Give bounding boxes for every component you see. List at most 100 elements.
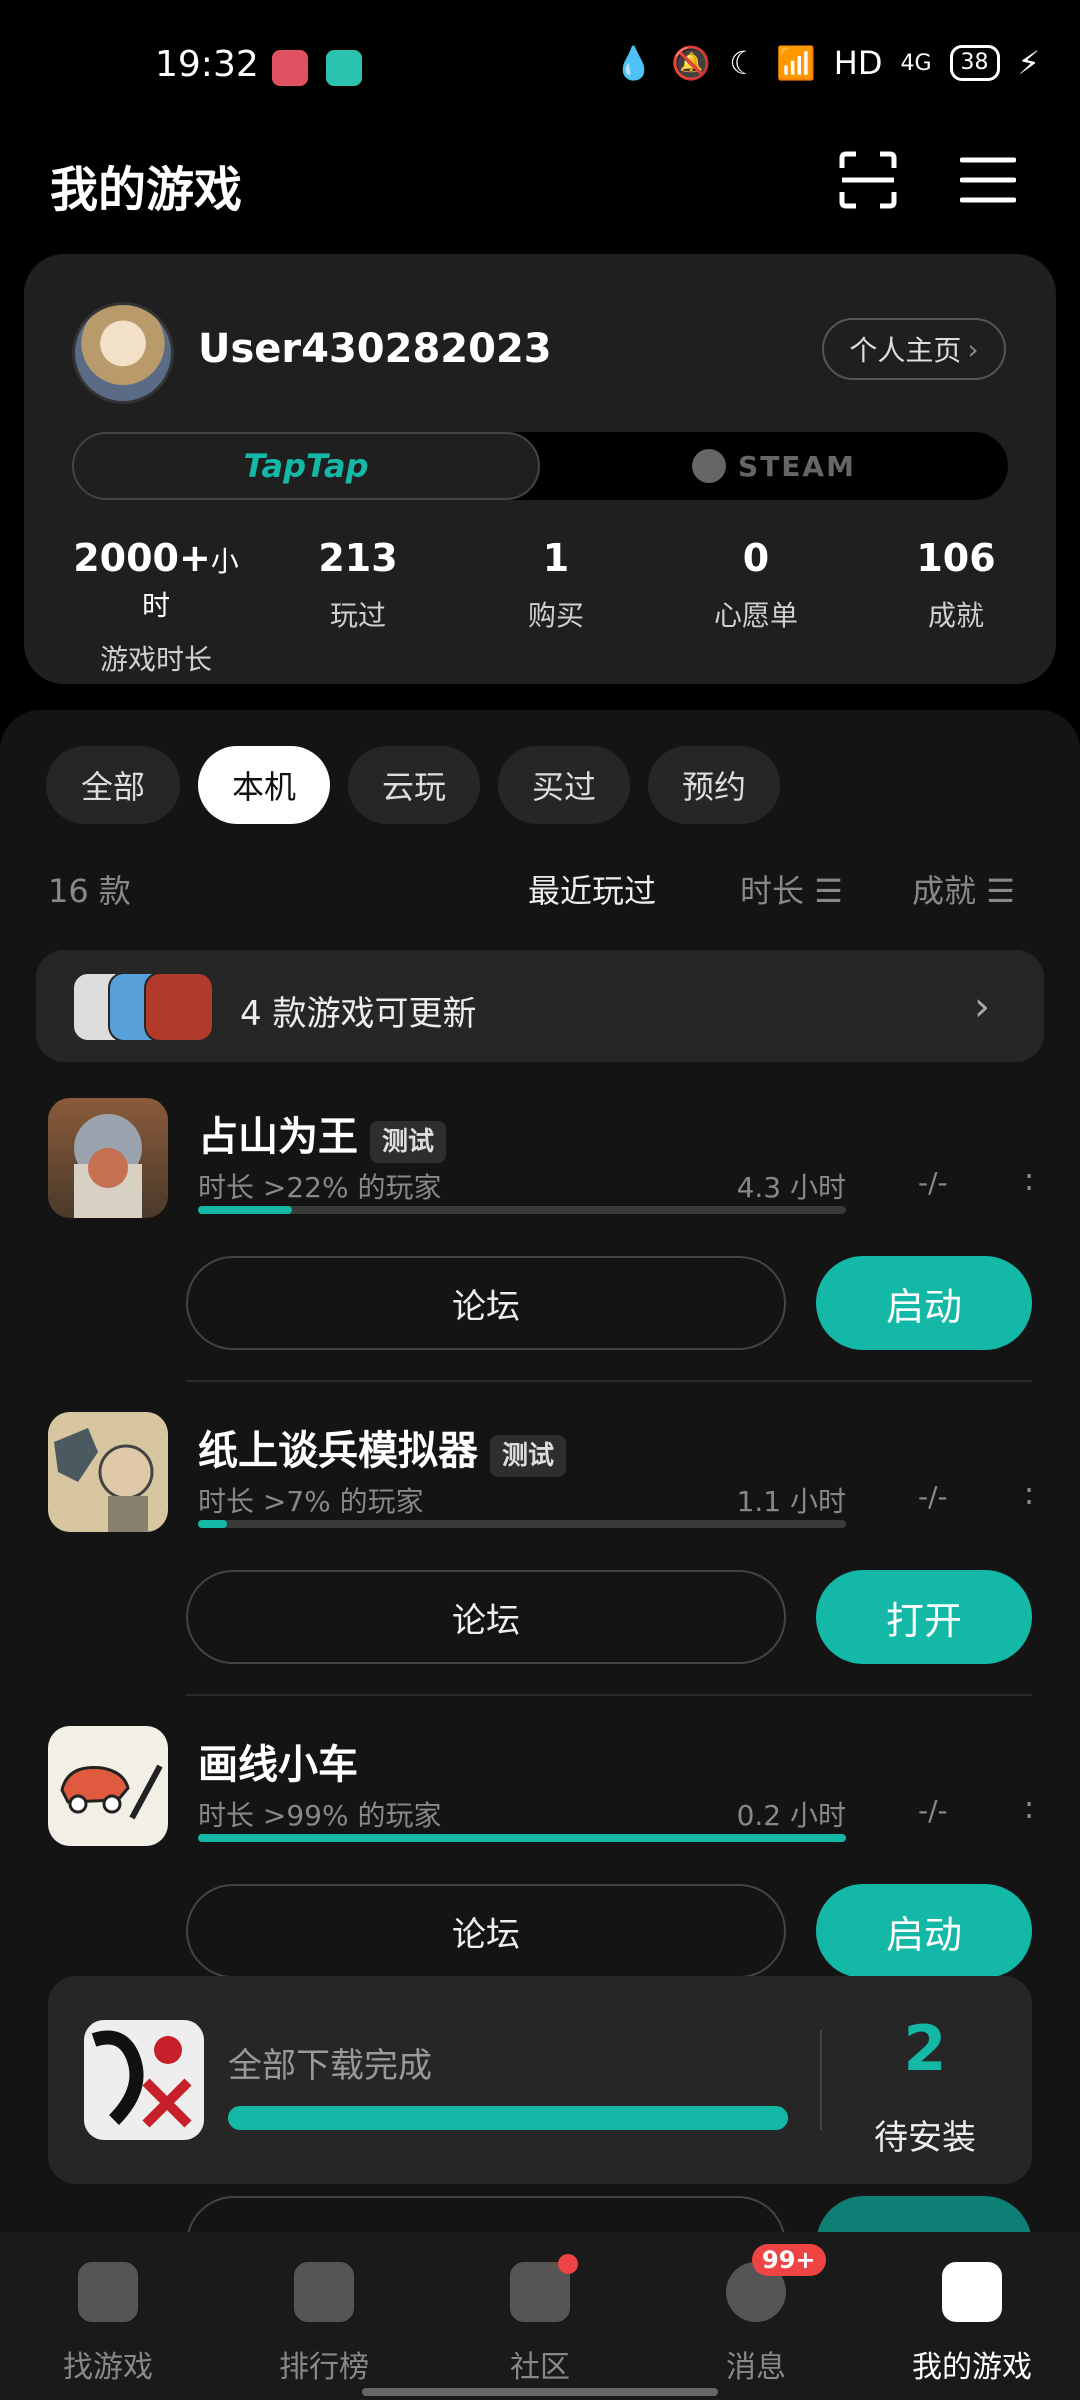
nav-label: 消息 — [726, 2350, 786, 2385]
open-button[interactable]: 打开 — [816, 1570, 1032, 1664]
playtime-progress-fill — [198, 1206, 292, 1214]
charging-icon: ⚡ — [1017, 44, 1040, 82]
nav-messages[interactable]: 消息 — [656, 2262, 856, 2386]
warrior-icon — [74, 1114, 142, 1218]
chevron-right-icon: › — [974, 984, 990, 1030]
stat-label: 游戏时长 — [99, 643, 212, 676]
game-title[interactable]: 纸上谈兵模拟器 测试 — [198, 1418, 567, 1477]
game-hours: 4.3 小时 — [736, 1171, 846, 1204]
game-icon[interactable] — [48, 1726, 168, 1846]
nav-label: 我的游戏 — [912, 2350, 1032, 2385]
username: User430282023 — [198, 326, 552, 372]
game-achievement: -/- — [918, 1166, 948, 1199]
profile-homepage-button[interactable]: 个人主页 › — [822, 318, 1006, 380]
game-title[interactable]: 画线小车 — [198, 1732, 358, 1790]
playtime-progress — [198, 1520, 846, 1528]
game-percentile: 时长 >7% 的玩家 — [198, 1485, 424, 1518]
status-bar: 19:32 💧 🔕 ☾ 📶 HD 4G 38 ⚡ — [0, 0, 1080, 130]
game-title-text: 占山为王 — [198, 1114, 358, 1160]
map-character-icon — [54, 1428, 154, 1532]
status-time: 19:32 — [155, 44, 259, 85]
moon-icon: ☾ — [729, 44, 758, 82]
steam-icon — [692, 449, 727, 483]
nav-find-games[interactable]: 找游戏 — [8, 2262, 208, 2386]
launch-button[interactable]: 启动 — [816, 1256, 1032, 1350]
game-achievement: -/- — [918, 1794, 948, 1827]
game-achievement: -/- — [918, 1480, 948, 1513]
launch-button[interactable]: 启动 — [816, 1884, 1032, 1978]
wifi-icon: 📶 — [775, 44, 816, 82]
filter-chip-bought[interactable]: 买过 — [498, 746, 630, 824]
game-percentile: 时长 >99% 的玩家 — [198, 1799, 442, 1832]
sort-label: 时长 — [740, 872, 805, 910]
playtime-progress-fill — [198, 1520, 228, 1528]
tab-steam[interactable]: STEAM — [540, 432, 1008, 500]
stat-achievements[interactable]: 106 成就 — [866, 536, 1046, 634]
game-hours: 0.2 小时 — [736, 1799, 846, 1832]
nav-community[interactable]: 社区 — [440, 2262, 640, 2386]
test-badge: 测试 — [490, 1434, 567, 1477]
taptap-icon — [78, 2262, 138, 2322]
divider — [186, 1694, 1032, 1696]
signal-label: 4G — [900, 50, 932, 76]
message-badge: 99+ — [752, 2244, 826, 2276]
stat-value: 213 — [318, 536, 398, 580]
sort-icon: ☰ — [986, 872, 1015, 910]
stat-value: 1 — [542, 536, 570, 580]
nav-ranking[interactable]: 排行榜 — [224, 2262, 424, 2386]
car-drawing-icon — [60, 1764, 163, 1820]
more-options-icon[interactable]: · · — [1024, 1160, 1034, 1204]
forum-button[interactable]: 论坛 — [186, 1570, 786, 1664]
network-label: HD — [833, 44, 883, 82]
nav-my-games[interactable]: 我的游戏 — [872, 2262, 1072, 2386]
stat-label: 成就 — [927, 599, 984, 632]
pending-install-count[interactable]: 2 — [840, 2012, 1010, 2085]
game-title-text: 纸上谈兵模拟器 — [198, 1428, 478, 1474]
avatar[interactable] — [72, 302, 174, 404]
filter-chip-reserved[interactable]: 预约 — [648, 746, 780, 824]
filter-chip-all[interactable]: 全部 — [46, 746, 180, 824]
sort-icon: ☰ — [814, 872, 843, 910]
more-options-icon[interactable]: · · — [1024, 1788, 1034, 1832]
filter-chip-cloud[interactable]: 云玩 — [348, 746, 480, 824]
menu-button[interactable] — [959, 152, 1017, 208]
game-icon[interactable] — [48, 1412, 168, 1532]
stat-playtime[interactable]: 2000+小时 游戏时长 — [66, 536, 246, 678]
sort-duration[interactable]: 时长 ☰ — [740, 866, 843, 912]
sort-achievement[interactable]: 成就 ☰ — [912, 866, 1015, 912]
stat-label: 玩过 — [329, 599, 386, 632]
gamepad-icon — [942, 2262, 1002, 2322]
game-hours: 1.1 小时 — [736, 1485, 846, 1518]
playtime-progress-fill — [198, 1834, 846, 1842]
steam-label: STEAM — [738, 449, 856, 483]
filter-chip-local[interactable]: 本机 — [198, 746, 330, 824]
stat-value: 106 — [916, 536, 996, 580]
game-count: 16 款 — [48, 872, 131, 910]
ranking-icon — [294, 2262, 354, 2322]
page-title: 我的游戏 — [50, 162, 243, 218]
forum-button[interactable]: 论坛 — [186, 1884, 786, 1978]
notification-dot — [558, 2254, 578, 2274]
battery-icon: 38 — [949, 45, 1000, 81]
pending-install-label[interactable]: 待安装 — [840, 2110, 1010, 2159]
scan-button[interactable] — [838, 150, 898, 210]
sort-recent[interactable]: 最近玩过 — [528, 866, 656, 912]
tab-taptap[interactable]: TapTap — [72, 432, 540, 500]
game-icon[interactable] — [48, 1098, 168, 1218]
stat-value: 2000+ — [73, 536, 211, 580]
game-title[interactable]: 占山为王 测试 — [198, 1104, 447, 1163]
chat-app-icon — [326, 50, 362, 86]
stat-label: 心愿单 — [713, 599, 798, 632]
nav-label: 社区 — [510, 2350, 570, 2385]
divider — [820, 2030, 822, 2130]
chevron-right-icon: › — [967, 332, 979, 366]
hamburger-icon — [959, 157, 1017, 203]
stat-wishlist[interactable]: 0 心愿单 — [666, 536, 846, 634]
download-game-icon — [84, 2020, 204, 2140]
scan-icon — [839, 151, 897, 209]
more-options-icon[interactable]: · · — [1024, 1474, 1034, 1518]
stat-purchased[interactable]: 1 购买 — [466, 536, 646, 634]
ink-game-icon — [91, 2030, 192, 2128]
stat-played[interactable]: 213 玩过 — [268, 536, 448, 634]
forum-button[interactable]: 论坛 — [186, 1256, 786, 1350]
